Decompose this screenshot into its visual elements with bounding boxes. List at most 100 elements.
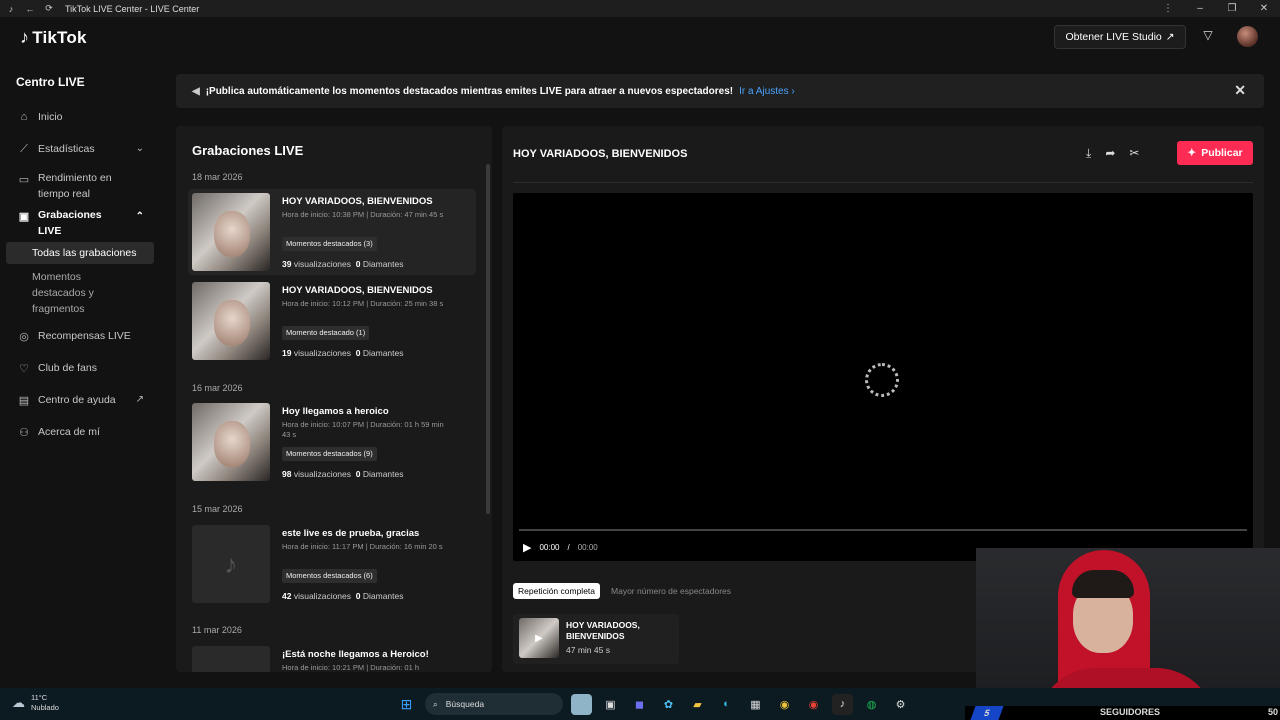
- list-scrollbar[interactable]: [486, 164, 490, 514]
- divider: [513, 182, 1253, 183]
- widget-icon[interactable]: [571, 693, 592, 715]
- date-header: 11 mar 2026: [192, 625, 242, 635]
- follower-ticker: 5 SEGUIDORES 50: [965, 706, 1280, 720]
- follower-count-2: 50: [1267, 707, 1278, 717]
- tab-full-replay[interactable]: Repetición completa: [513, 583, 601, 599]
- restore-icon[interactable]: ❐: [1216, 3, 1248, 14]
- copilot-icon[interactable]: ✿: [658, 694, 679, 715]
- progress-bar[interactable]: [519, 529, 1247, 531]
- filter-icon[interactable]: ▽: [1200, 28, 1216, 44]
- recording-thumbnail: [192, 282, 270, 360]
- highlights-tag[interactable]: Momentos destacados (6): [282, 569, 377, 583]
- recording-thumbnail: [192, 403, 270, 481]
- sidebar-item-rendimiento[interactable]: ▭ Rendimiento en tiempo real: [0, 170, 160, 202]
- recording-item[interactable]: ♪ este live es de prueba, gracias Hora d…: [188, 521, 476, 607]
- external-link-icon: ↗: [1165, 31, 1175, 43]
- sidebar-item-acerca[interactable]: ⚇ Acerca de mí: [0, 426, 160, 439]
- tiktok-icon[interactable]: ♪: [832, 693, 853, 715]
- weather-widget[interactable]: ☁ 11°C Nublado: [12, 693, 59, 713]
- recording-stats: 98 visualizaciones 0 Diamantes: [282, 469, 404, 479]
- tab-most-viewers[interactable]: Mayor número de espectadores: [606, 583, 736, 599]
- recording-item[interactable]: HOY VARIADOOS, BIENVENIDOS Hora de inici…: [188, 189, 476, 275]
- logo-text: TikTok: [32, 27, 87, 47]
- sidebar-item-club-fans[interactable]: ♡ Club de fans: [0, 362, 160, 375]
- cloud-icon: ☁: [12, 695, 25, 710]
- recording-item[interactable]: HOY VARIADOOS, BIENVENIDOS Hora de inici…: [188, 278, 476, 364]
- search-icon: ⌕: [433, 698, 438, 709]
- reload-icon[interactable]: ⟳: [41, 3, 57, 14]
- sidebar-item-estadisticas[interactable]: ⟋ Estadísticas ⌄: [0, 143, 160, 156]
- date-header: 16 mar 2026: [192, 383, 243, 393]
- highlights-tag[interactable]: Momentos destacados (9): [282, 447, 377, 461]
- sidebar-subitem-destacados[interactable]: Momentos destacados y fragmentos: [6, 269, 136, 317]
- recording-meta: Hora de inicio: 10:07 PM | Duración: 01 …: [282, 420, 444, 439]
- recording-meta: Hora de inicio: 11:17 PM | Duración: 16 …: [282, 542, 443, 551]
- monitor-icon: ▭: [18, 174, 30, 186]
- highlights-tag[interactable]: Momento destacado (1): [282, 326, 370, 340]
- minimize-icon[interactable]: –: [1184, 3, 1216, 14]
- get-live-studio-button[interactable]: Obtener LIVE Studio ↗: [1054, 25, 1186, 49]
- heart-icon: ♡: [19, 363, 29, 375]
- tiktok-logo[interactable]: ♪ TikTok: [20, 27, 87, 48]
- more-menu-icon[interactable]: ⋮: [1152, 3, 1184, 14]
- sidebar-item-label: Rendimiento en tiempo real: [38, 172, 112, 200]
- weather-condition: Nublado: [31, 703, 59, 712]
- scissors-icon[interactable]: ✂: [1129, 146, 1139, 161]
- recording-title: este live es de prueba, gracias: [282, 528, 420, 539]
- banner-settings-link[interactable]: Ir a Ajustes ›: [739, 86, 795, 97]
- follower-label: SEGUIDORES: [1100, 707, 1161, 717]
- store-icon[interactable]: ▦: [745, 694, 766, 715]
- taskbar-search[interactable]: ⌕ Búsqueda: [425, 693, 563, 715]
- app-icon[interactable]: ⚙: [890, 694, 911, 715]
- publish-button[interactable]: ✦ Publicar: [1177, 141, 1253, 165]
- sidebar-item-grabaciones[interactable]: ▣ Grabaciones LIVE ⌃: [0, 207, 160, 239]
- sidebar-title: Centro LIVE: [16, 75, 85, 89]
- close-window-icon[interactable]: ✕: [1248, 3, 1280, 14]
- video-player[interactable]: ▶ 00:00 / 00:00: [513, 193, 1253, 561]
- recording-item[interactable]: Hoy llegamos a heroico Hora de inicio: 1…: [188, 399, 476, 485]
- sidebar-item-label: Recompensas LIVE: [38, 330, 131, 342]
- sidebar-item-label: Inicio: [38, 111, 63, 123]
- edge-icon[interactable]: ◐: [716, 694, 737, 715]
- search-placeholder: Búsqueda: [445, 699, 485, 709]
- clip-title: HOY VARIADOOS, BIENVENIDOS: [566, 620, 640, 641]
- sparkle-icon: ✦: [1187, 147, 1197, 159]
- window-titlebar: ♪ ← ⟳ TikTok LIVE Center - LIVE Center ⋮…: [0, 0, 1280, 17]
- play-icon: ▶: [519, 618, 559, 658]
- back-icon[interactable]: ←: [22, 4, 38, 14]
- sidebar-item-recompensas[interactable]: ◎ Recompensas LIVE: [0, 330, 160, 343]
- sidebar-item-label: Centro de ayuda: [38, 394, 116, 406]
- highlights-tag[interactable]: Momentos destacados (3): [282, 237, 377, 251]
- loading-spinner-icon: [865, 363, 899, 397]
- tiktok-note-icon: ♪: [20, 27, 30, 47]
- chart-icon: ⟋: [20, 143, 28, 155]
- task-view-icon[interactable]: ▣: [600, 694, 621, 715]
- app-header: ♪ TikTok Obtener LIVE Studio ↗ ▽: [0, 17, 1280, 57]
- player-title: HOY VARIADOOS, BIENVENIDOS: [513, 148, 688, 160]
- spotify-icon[interactable]: ◍: [861, 694, 882, 715]
- windows-taskbar: ☁ 11°C Nublado ⊞ ⌕ Búsqueda ▣ ◼ ✿ ▰ ◐ ▦ …: [0, 688, 1280, 720]
- sidebar-item-ayuda[interactable]: ▤ Centro de ayuda ↗: [0, 394, 160, 407]
- windows-start-icon[interactable]: ⊞: [396, 694, 417, 715]
- recording-title: Hoy llegamos a heroico: [282, 406, 389, 417]
- download-icon[interactable]: ⤓: [1086, 146, 1091, 161]
- meet-icon[interactable]: ◼: [629, 694, 650, 715]
- share-icon[interactable]: ➦: [1105, 146, 1115, 161]
- sidebar-subitem-todas[interactable]: Todas las grabaciones: [6, 242, 154, 264]
- date-header: 15 mar 2026: [192, 504, 243, 514]
- avatar[interactable]: [1237, 26, 1258, 47]
- date-header: 18 mar 2026: [192, 172, 243, 182]
- play-icon[interactable]: ▶: [523, 541, 531, 554]
- recordings-list-panel: Grabaciones LIVE 18 mar 2026 HOY VARIADO…: [176, 126, 492, 672]
- recording-title: HOY VARIADOOS, BIENVENIDOS: [282, 285, 433, 296]
- home-icon: ⌂: [20, 111, 28, 123]
- chrome-icon[interactable]: ◉: [774, 694, 795, 715]
- recordings-title: Grabaciones LIVE: [192, 143, 304, 158]
- clip-card[interactable]: ▶ HOY VARIADOOS, BIENVENIDOS 47 min 45 s: [513, 614, 679, 664]
- close-icon[interactable]: ✕: [1234, 82, 1246, 99]
- sidebar-item-inicio[interactable]: ⌂ Inicio: [0, 111, 160, 123]
- recording-item[interactable]: ¡Está noche llegamos a Heroico! Hora de …: [188, 642, 476, 672]
- folder-icon[interactable]: ▰: [687, 694, 708, 715]
- external-link-icon: ↗: [135, 394, 144, 405]
- chrome-icon[interactable]: ◉: [803, 694, 824, 715]
